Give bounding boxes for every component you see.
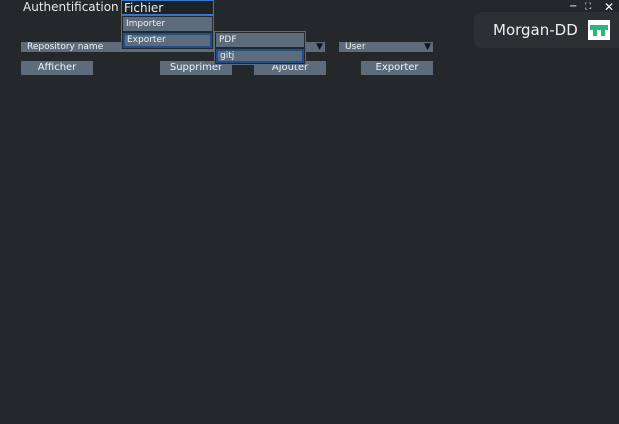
exporter-button[interactable]: Exporter [361, 61, 433, 75]
menu-fichier[interactable]: Fichier [121, 0, 214, 15]
afficher-button[interactable]: Afficher [21, 61, 93, 75]
menu-item-importer[interactable]: Importer [123, 17, 212, 31]
user-select[interactable]: User ▼ [339, 42, 433, 52]
dropdown-arrow-icon: ▼ [316, 42, 323, 52]
repository-select-label: Repository name [27, 42, 104, 52]
profile-name: Morgan-DD [493, 21, 578, 39]
app-logo-icon [588, 20, 610, 40]
fichier-menu: Importer Exporter [121, 15, 214, 50]
menu-item-gitj[interactable]: gitj [216, 49, 304, 63]
menu-item-exporter[interactable]: Exporter [123, 33, 212, 48]
menu-authentification[interactable]: Authentification [23, 0, 119, 15]
dropdown-arrow-icon: ▼ [424, 42, 431, 52]
menu-item-pdf[interactable]: PDF [216, 33, 304, 47]
user-select-label: User [345, 42, 366, 52]
exporter-submenu: PDF gitj [214, 31, 306, 65]
